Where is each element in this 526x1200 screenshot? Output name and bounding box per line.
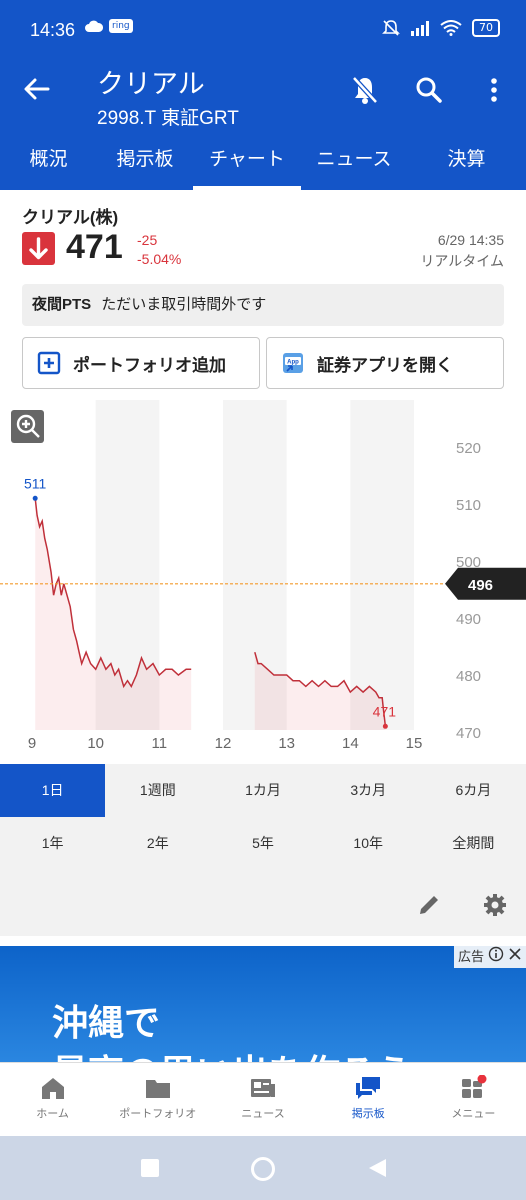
high-label: 511: [24, 475, 47, 491]
previous-close-label: 496: [468, 577, 493, 594]
nav-board-label: 掲示板: [351, 1108, 385, 1120]
period-option[interactable]: 5年: [210, 817, 315, 870]
settings-gear-icon[interactable]: [482, 892, 508, 918]
search-icon[interactable]: [413, 74, 445, 106]
period-option[interactable]: 2年: [105, 817, 210, 870]
signal-icon: [411, 21, 429, 36]
current-price: 471: [66, 228, 123, 266]
ad-choices-badge[interactable]: 広告: [453, 946, 526, 968]
pts-label: 夜間PTS: [32, 296, 92, 313]
tab-board[interactable]: 掲示板: [97, 140, 193, 190]
y-tick-label: 470: [456, 725, 481, 742]
add-portfolio-label: ポートフォリオ追加: [73, 355, 226, 375]
ad-headline-2: 最高の思い出を作ろう: [52, 1044, 412, 1062]
price-change-percent: -5.04%: [137, 251, 182, 267]
period-option[interactable]: 1カ月: [210, 764, 315, 817]
home-icon: [41, 1078, 64, 1099]
night-pts-banner: 夜間PTS ただいま取引時間外です: [22, 284, 504, 326]
x-tick-label: 15: [406, 735, 423, 752]
ad-headline-1: 沖縄で: [52, 1002, 161, 1043]
quote-datetime: 6/29 14:35: [437, 232, 504, 248]
x-tick-label: 14: [342, 735, 359, 752]
open-securities-app-label: 証券アプリを開く: [317, 355, 453, 375]
nav-portfolio-label: ポートフォリオ: [119, 1108, 197, 1120]
chat-icon: [356, 1077, 381, 1099]
x-tick-label: 12: [215, 735, 232, 752]
page-subtitle: 2998.T 東証GRT: [97, 108, 239, 129]
nav-portfolio[interactable]: ポートフォリオ: [105, 1063, 210, 1136]
app-open-icon: App: [283, 353, 303, 373]
home-button-icon[interactable]: [250, 1156, 276, 1182]
period-selector: 1日 1週間 1カ月 3カ月 6カ月 1年 2年 5年 10年 全期間: [0, 764, 526, 936]
recent-apps-icon[interactable]: [140, 1158, 160, 1178]
folder-icon: [145, 1080, 170, 1098]
news-icon: [251, 1079, 275, 1097]
status-time: 14:36: [30, 20, 76, 40]
period-option[interactable]: 全期間: [421, 817, 526, 870]
nav-news-label: ニュース: [241, 1108, 285, 1120]
menu-grid-icon: [462, 1075, 487, 1098]
bottom-navigation: ホーム ポートフォリオ ニュース 掲示板 メニュー: [0, 1062, 526, 1136]
status-bar: 14:36 ring 70: [0, 0, 526, 52]
back-nav-icon[interactable]: [366, 1157, 388, 1179]
notification-off-icon[interactable]: [349, 74, 381, 106]
open-securities-app-button[interactable]: App 証券アプリを開く: [266, 337, 504, 389]
add-portfolio-button[interactable]: ポートフォリオ追加: [22, 337, 260, 389]
period-option[interactable]: 1日: [0, 764, 106, 817]
low-label: 471: [373, 703, 397, 719]
y-tick-label: 510: [456, 497, 481, 514]
y-tick-label: 480: [456, 668, 481, 685]
tab-news[interactable]: ニュース: [301, 140, 407, 190]
period-option[interactable]: 10年: [316, 817, 421, 870]
cloud-icon: [85, 20, 103, 32]
stock-name: クリアル(株): [22, 208, 119, 227]
y-tick-label: 490: [456, 611, 481, 628]
plus-box-icon: [37, 351, 61, 375]
x-tick-label: 13: [278, 735, 295, 752]
intraday-chart[interactable]: 520 510 500 490 480 470 9 10 11 12 13 14 15 496 511 471: [0, 400, 526, 762]
ring-badge: ring: [109, 19, 133, 33]
nav-board[interactable]: 掲示板: [316, 1063, 421, 1136]
tab-overview[interactable]: 概況: [0, 140, 97, 190]
pencil-icon[interactable]: [416, 892, 442, 918]
page-title: クリアル: [97, 69, 205, 99]
y-tick-label: 520: [456, 440, 481, 457]
ad-label: 広告: [457, 949, 484, 964]
nav-news[interactable]: ニュース: [210, 1063, 315, 1136]
svg-text:App: App: [287, 360, 299, 366]
nav-menu[interactable]: メニュー: [421, 1063, 526, 1136]
mute-bell-icon: [382, 20, 400, 36]
nav-menu-label: メニュー: [451, 1108, 496, 1120]
nav-home[interactable]: ホーム: [0, 1063, 105, 1136]
back-arrow-icon[interactable]: [22, 74, 52, 104]
more-vert-icon[interactable]: [478, 74, 510, 106]
period-option[interactable]: 3カ月: [316, 764, 421, 817]
low-point: [382, 723, 388, 729]
app-bar: クリアル 2998.T 東証GRT: [0, 52, 526, 140]
close-icon[interactable]: [508, 946, 522, 962]
system-navigation-bar: [0, 1136, 526, 1200]
x-tick-label: 11: [152, 735, 168, 752]
tab-bar: 概況 掲示板 チャート ニュース 決算: [0, 140, 526, 190]
x-tick-label: 10: [87, 735, 104, 752]
period-option[interactable]: 1週間: [105, 764, 210, 817]
info-icon: [488, 946, 504, 962]
down-arrow-icon: [22, 232, 55, 265]
nav-home-label: ホーム: [36, 1108, 69, 1120]
ad-banner[interactable]: 沖縄で 最高の思い出を作ろう 広告: [0, 946, 526, 1062]
x-tick-label: 9: [28, 735, 36, 752]
period-option[interactable]: 6カ月: [421, 764, 526, 817]
hour-band: [350, 400, 414, 730]
period-option[interactable]: 1年: [0, 817, 105, 870]
tab-chart[interactable]: チャート: [193, 140, 301, 190]
high-point: [32, 495, 38, 501]
battery-indicator: 70: [472, 19, 500, 37]
pts-message: ただいま取引時間外です: [101, 296, 267, 313]
zoom-in-icon[interactable]: [11, 410, 44, 443]
wifi-icon: [440, 20, 462, 36]
chart-canvas: 5205105004904804709 10 11 12 13 14 15496511471: [0, 400, 526, 752]
tab-earnings[interactable]: 決算: [407, 140, 526, 190]
price-change: -25: [137, 232, 158, 248]
realtime-label: リアルタイム: [420, 253, 504, 269]
